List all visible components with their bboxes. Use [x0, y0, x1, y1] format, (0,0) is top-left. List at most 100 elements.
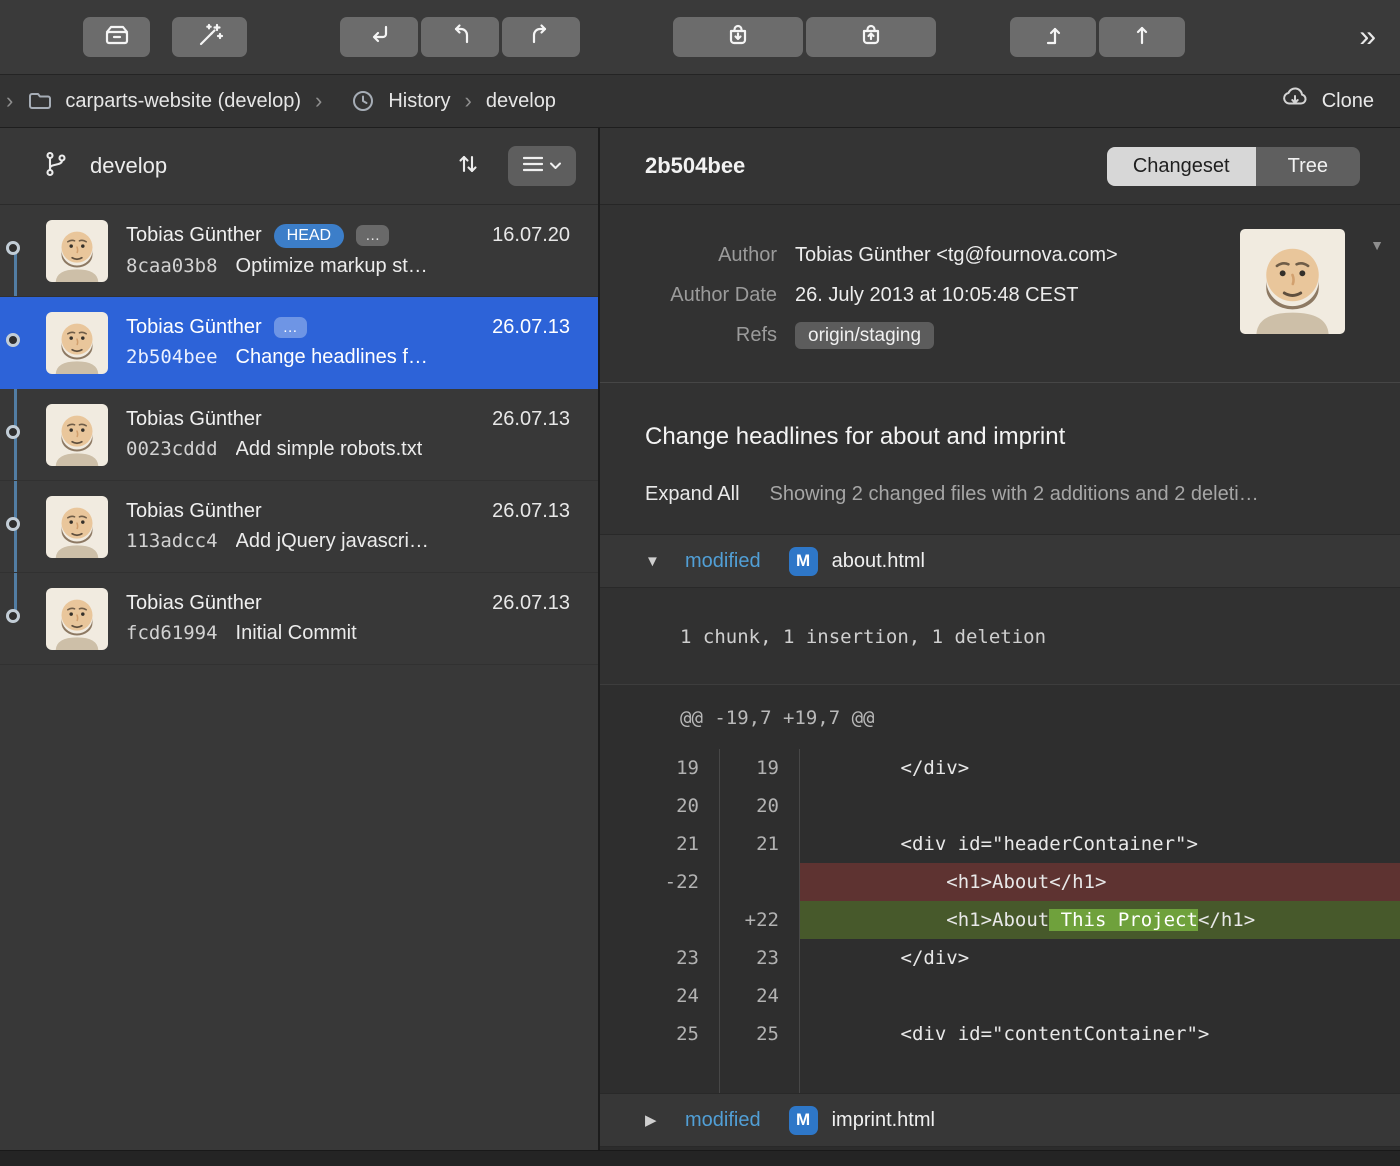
old-line-number: 23	[600, 939, 720, 977]
graph-node	[6, 609, 20, 623]
apply-stash-button[interactable]	[806, 17, 936, 57]
breadcrumb-separator: ›	[465, 88, 472, 114]
quick-actions-button[interactable]	[172, 17, 247, 57]
commit-row-selected[interactable]: Tobias Günther … 26.07.13 2b504bee Chang…	[0, 297, 598, 389]
commit-row[interactable]: Tobias Günther 26.07.13 113adcc4 Add jQu…	[0, 481, 598, 573]
commit-list: Tobias Günther HEAD … 16.07.20 8caa03b8 …	[0, 205, 598, 1150]
breadcrumb-history[interactable]: History	[388, 90, 450, 113]
push-button[interactable]	[1099, 17, 1185, 57]
author-date-label: Author Date	[645, 275, 777, 315]
commit-author: Tobias Günther	[126, 224, 262, 247]
code-text: <div id="headerContainer">	[800, 825, 1400, 863]
cherry-pick-button[interactable]	[502, 17, 580, 57]
detail-filler	[600, 1147, 1400, 1150]
breadcrumb: › carparts-website (develop) › History ›…	[0, 75, 1400, 128]
new-line-number: 23	[720, 939, 800, 977]
old-line-number: 25	[600, 1015, 720, 1053]
commit-date: 26.07.13	[492, 408, 570, 431]
magic-wand-icon	[196, 21, 224, 54]
code-text	[800, 977, 1400, 1015]
detail-header: 2b504bee Changeset Tree	[600, 128, 1400, 205]
refs-label: Refs	[645, 315, 777, 356]
ref-badge[interactable]: origin/staging	[795, 322, 934, 349]
new-line-number: 20	[720, 787, 800, 825]
commit-message: Initial Commit	[236, 622, 357, 645]
file-header-about[interactable]: ▼ modified M about.html	[600, 534, 1400, 588]
tab-tree[interactable]: Tree	[1256, 147, 1360, 186]
avatar-dropdown-icon[interactable]: ▼	[1370, 237, 1384, 253]
code-text: </div>	[800, 749, 1400, 787]
bag-arrow-down-icon	[724, 21, 752, 54]
new-line-number	[720, 863, 800, 901]
hunk-header: @@ -19,7 +19,7 @@	[600, 685, 1400, 749]
open-repository-button[interactable]	[83, 17, 150, 57]
commit-row[interactable]: Tobias Günther 26.07.13 0023cddd Add sim…	[0, 389, 598, 481]
drawer-icon	[103, 21, 131, 54]
old-line-number: 20	[600, 787, 720, 825]
author-date-value: 26. July 2013 at 10:05:48 CEST	[795, 275, 1200, 315]
author-avatar	[1240, 229, 1345, 334]
list-options-button[interactable]	[508, 146, 576, 186]
commit-history-panel: develop Tobias Günther HEAD … 16.07.20	[0, 128, 600, 1150]
clone-label: Clone	[1322, 90, 1374, 113]
summary-text: Showing 2 changed files with 2 additions…	[770, 483, 1259, 506]
new-line-number: +22	[720, 901, 800, 939]
old-line-number: -22	[600, 863, 720, 901]
commit-message: Change headlines f…	[236, 346, 428, 369]
graph-node	[6, 425, 20, 439]
commit-author: Tobias Günther	[126, 592, 262, 615]
code-text-added: <h1>About This Project</h1>	[800, 901, 1400, 939]
diff-table: 19 19 </div> 20 20 21 21 <div id="header…	[600, 749, 1400, 1093]
git-branch-icon	[42, 150, 70, 183]
code-text: <div id="contentContainer">	[800, 1015, 1400, 1053]
stash-button[interactable]	[673, 17, 803, 57]
commit-row[interactable]: Tobias Günther 26.07.13 fcd61994 Initial…	[0, 573, 598, 665]
merge-arrow-icon	[365, 21, 393, 54]
compare-icon[interactable]	[454, 150, 482, 183]
inline-diff-highlight: This Project	[1049, 909, 1198, 931]
more-badge[interactable]: …	[356, 225, 389, 247]
old-line-number: 24	[600, 977, 720, 1015]
old-line-number: 21	[600, 825, 720, 863]
caret-right-icon[interactable]: ▶	[645, 1111, 685, 1129]
clone-button[interactable]: Clone	[1280, 85, 1374, 117]
author-value: Tobias Günther <tg@fournova.com>	[795, 235, 1200, 275]
graph-node	[6, 517, 20, 531]
commit-message-title: Change headlines for about and imprint	[600, 383, 1400, 467]
diff-line: 21 21 <div id="headerContainer">	[600, 825, 1400, 863]
code-text: </div>	[800, 939, 1400, 977]
avatar	[46, 312, 108, 374]
tab-changeset[interactable]: Changeset	[1107, 147, 1256, 186]
caret-down-icon[interactable]: ▼	[645, 553, 685, 570]
commit-meta: Author Tobias Günther <tg@fournova.com> …	[600, 205, 1400, 383]
diff-line: 25 25 <div id="contentContainer">	[600, 1015, 1400, 1053]
commit-hash: 0023cddd	[126, 438, 218, 460]
more-badge[interactable]: …	[274, 317, 307, 339]
merge-button[interactable]	[340, 17, 418, 57]
breadcrumb-branch[interactable]: develop	[486, 90, 556, 113]
diff-line: 24 24	[600, 977, 1400, 1015]
file-name: about.html	[832, 550, 925, 573]
new-line-number: 19	[720, 749, 800, 787]
commit-title: 2b504bee	[645, 153, 745, 179]
graph-node	[6, 333, 20, 347]
curved-arrow-left-icon	[446, 21, 474, 54]
old-line-number: 19	[600, 749, 720, 787]
pull-button[interactable]	[1010, 17, 1096, 57]
changeset-summary: Expand All Showing 2 changed files with …	[600, 467, 1400, 534]
breadcrumb-chevron: ›	[6, 88, 13, 114]
view-switcher: Changeset Tree	[1107, 147, 1360, 186]
expand-all-button[interactable]: Expand All	[645, 483, 740, 506]
modified-badge: M	[789, 1106, 818, 1135]
commit-message: Add simple robots.txt	[236, 438, 423, 461]
breadcrumb-separator: ›	[315, 88, 322, 114]
toolbar-overflow-button[interactable]: »	[1359, 22, 1374, 52]
revert-button[interactable]	[421, 17, 499, 57]
branch-header: develop	[0, 128, 598, 205]
breadcrumb-repo[interactable]: carparts-website (develop)	[65, 90, 301, 113]
avatar	[46, 220, 108, 282]
author-label: Author	[645, 235, 777, 275]
file-status: modified	[685, 550, 761, 573]
commit-row[interactable]: Tobias Günther HEAD … 16.07.20 8caa03b8 …	[0, 205, 598, 297]
file-header-imprint[interactable]: ▶ modified M imprint.html	[600, 1093, 1400, 1147]
